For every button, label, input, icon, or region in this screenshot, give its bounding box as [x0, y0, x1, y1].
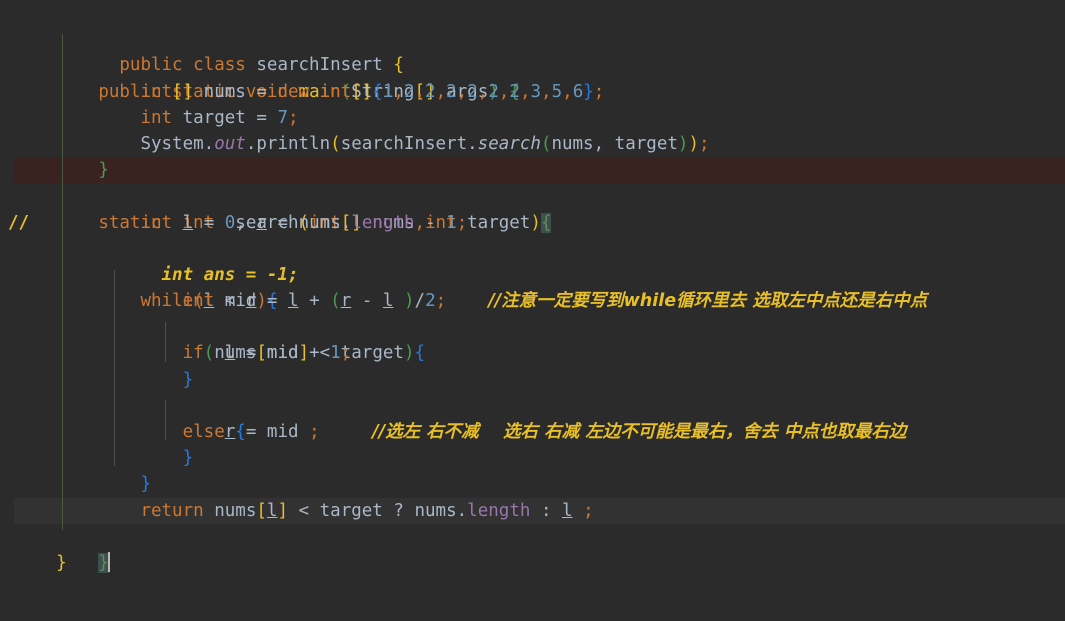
token-bracket: ] [277, 500, 288, 521]
token-local-var: r [256, 212, 267, 233]
fold-arrow-icon[interactable] [0, 294, 2, 307]
token-brace: { [393, 55, 404, 76]
code-line[interactable]: public class searchInsert { [0, 0, 1065, 75]
token-field: length [467, 500, 531, 521]
token-local-var: l [382, 291, 394, 312]
token-brace: { [372, 81, 383, 102]
fold-arrow-icon[interactable] [0, 373, 2, 386]
token-paren: ( [540, 133, 552, 154]
comment-gutter-marker: // [8, 212, 30, 233]
token-paren: ) [677, 133, 689, 154]
token-static-method: search [477, 133, 541, 154]
token-bracket: [ [256, 500, 267, 521]
code-line-error[interactable]: static int search(int[] nums,int target)… [0, 157, 1065, 233]
token-local-var: l [266, 500, 278, 521]
token-paren: ) [404, 291, 415, 312]
text-caret [107, 551, 110, 572]
token-keyword: int [182, 291, 215, 312]
token-paren: ) [403, 343, 415, 364]
token-paren: ) [688, 133, 699, 154]
token-paren: ( [330, 291, 341, 312]
fold-arrow-icon[interactable] [0, 163, 2, 176]
token-brace-matched: { [540, 212, 552, 233]
token-brace: { [414, 343, 426, 364]
token-local-var: r [340, 291, 352, 312]
code-line[interactable]: l = mid + 1; [0, 314, 1065, 363]
token-keyword: int [319, 81, 352, 102]
token-comment: int ans = -1; [161, 264, 299, 285]
fold-arrow-icon[interactable] [0, 32, 2, 45]
token-class-name: searchInsert [340, 133, 468, 154]
code-line[interactable]: } [0, 524, 1065, 573]
token-class-name: System [140, 133, 204, 154]
token-keyword: int [140, 107, 173, 128]
code-line[interactable]: r = mid ; //选左 右不减 选右 右减 左边不可能是最右，舍去 中点也… [0, 393, 1065, 442]
token-local-var: l [224, 343, 236, 364]
token-paren: ) [530, 212, 541, 233]
code-line[interactable]: int l = 0, r = nums.length - 1; [0, 183, 1065, 233]
token-class-name: searchInsert [256, 55, 383, 76]
token-brace: } [182, 448, 194, 469]
token-local-var: l [287, 291, 299, 312]
token-paren: ( [330, 133, 341, 154]
token-keyword: class [193, 55, 246, 76]
token-field: length [351, 212, 415, 233]
token-local-var: l [182, 212, 194, 233]
token-keyword: public [119, 55, 183, 76]
token-local-var: r [224, 422, 236, 443]
token-keyword: return [140, 500, 204, 521]
token-brace: } [140, 474, 151, 495]
code-line[interactable]: while(l < r){ [0, 236, 1065, 311]
token-comment: //注意一定要写到while循环里去 选取左中点还是右中点 [488, 291, 928, 312]
token-keyword: int [140, 212, 173, 233]
token-brace: } [583, 81, 594, 102]
token-bracket: [] [351, 81, 373, 102]
token-brace: } [56, 552, 67, 573]
token-keyword: int [140, 81, 173, 102]
editor-gutter[interactable] [0, 0, 14, 607]
token-method: println [256, 133, 331, 154]
token-brace: } [182, 369, 194, 390]
token-static-field: out [214, 133, 246, 154]
token-keyword: new [277, 81, 310, 102]
fold-arrow-icon[interactable] [0, 504, 2, 517]
token-bracket: [] [172, 81, 194, 102]
code-editor[interactable]: public class searchInsert { public stati… [0, 0, 1065, 607]
token-local-var: l [562, 500, 573, 521]
fold-arrow-icon[interactable] [0, 242, 2, 255]
token-comment: //选左 右不减 选右 右减 左边不可能是最右，舍去 中点也取最右边 [372, 422, 907, 443]
code-line[interactable]: return nums[l] < target ? nums.length : … [0, 471, 1065, 521]
token-brace: } [98, 160, 109, 181]
